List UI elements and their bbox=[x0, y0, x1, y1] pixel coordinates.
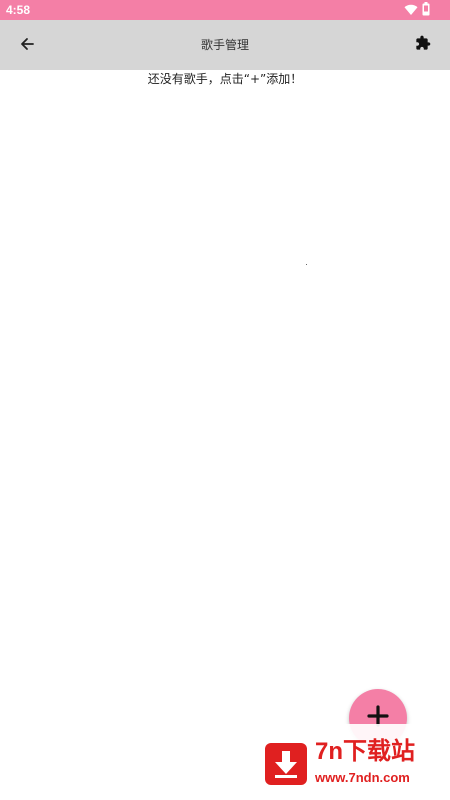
status-icons bbox=[404, 1, 430, 20]
empty-state-message: 还没有歌手，点击“+”添加！ bbox=[147, 72, 303, 86]
app-bar: 歌手管理 bbox=[0, 20, 450, 70]
status-time: 4:58 bbox=[6, 3, 31, 17]
watermark: 7n下载站 www.7ndn.com bbox=[248, 724, 450, 800]
puzzle-icon bbox=[415, 35, 431, 55]
wifi-icon bbox=[404, 1, 418, 20]
battery-icon bbox=[422, 1, 430, 20]
download-logo-icon bbox=[265, 743, 307, 785]
stray-dot bbox=[306, 264, 307, 265]
watermark-url: www.7ndn.com bbox=[315, 770, 410, 785]
watermark-name: 7n下载站 bbox=[315, 738, 416, 765]
status-bar: 4:58 bbox=[0, 0, 450, 20]
plugin-button[interactable] bbox=[408, 30, 438, 60]
page-title: 歌手管理 bbox=[200, 38, 249, 52]
